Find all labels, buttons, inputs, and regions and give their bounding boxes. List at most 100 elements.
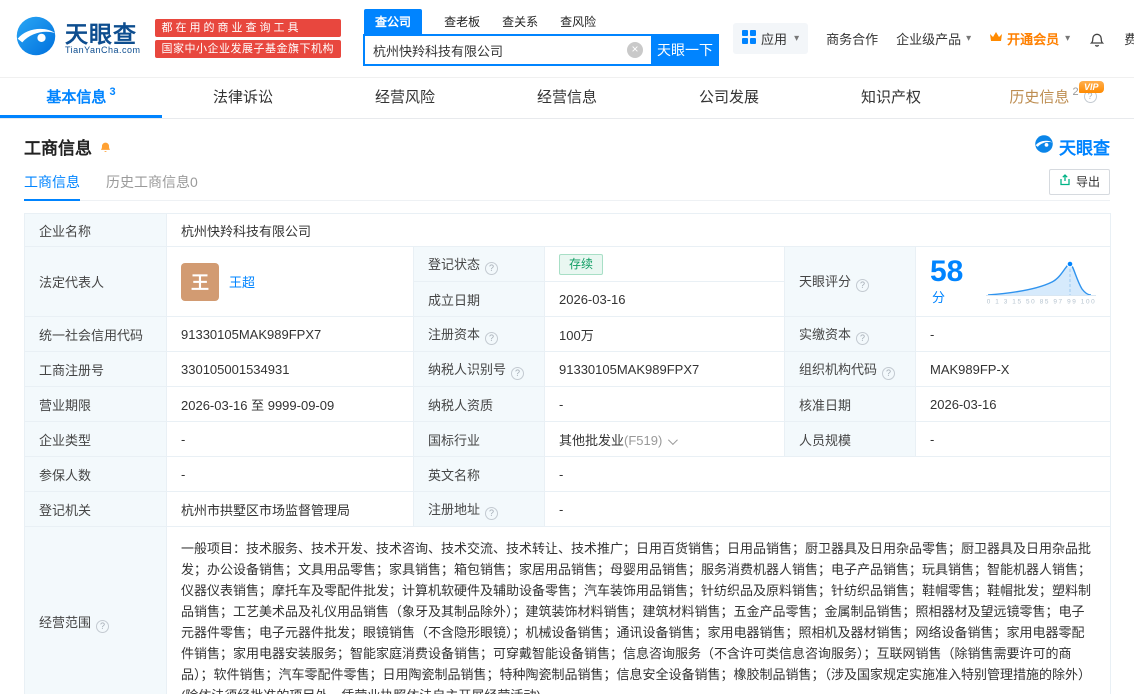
field-label-approval-date: 核准日期 [784,386,916,422]
tianyancha-watermark: 天眼查 [1034,134,1110,159]
tab-legal-label: 法律诉讼 [212,89,273,106]
field-value-reg-status: 存续 [544,246,785,282]
tab-basic-info[interactable]: 基本信息 3 [0,78,162,118]
logo-title: 天眼查 [65,20,137,47]
industry-name: 其他批发业 [559,432,625,448]
field-label-company-type: 企业类型 [24,421,167,457]
tab-legal-proceedings[interactable]: 法律诉讼 [162,78,324,118]
field-value-legal-rep: 王 王超 [166,246,414,317]
field-value-taxpayer-id: 91330105MAK989FPX7 [544,351,785,387]
field-label-insured-count: 参保人数 [24,456,167,492]
score-distribution-chart: 0 1 3 15 50 85 97 99 100 [973,257,1110,306]
org-code-label-text: 组织机构代码 [799,361,878,377]
tianyancha-logo[interactable]: 天眼查 TianYanCha.com [14,14,141,63]
tab-company-development[interactable]: 公司发展 [648,78,810,118]
export-label: 导出 [1075,175,1100,189]
nav-apps[interactable]: 应用 [733,23,809,54]
status-badge: 存续 [559,253,604,275]
tab-operation-label: 经营信息 [536,89,597,106]
taxpayer-id-info-icon[interactable] [511,366,525,380]
tab-intellectual-property[interactable]: 知识产权 [810,78,972,118]
search-tab-company[interactable]: 查公司 [364,9,423,34]
field-label-paid-capital: 实缴资本 [784,316,916,352]
brand-ribbon: 都在用的商业查询工具 国家中小企业发展子基金旗下机构 [154,19,342,58]
field-label-business-term: 营业期限 [24,386,167,422]
reg-capital-info-icon[interactable] [485,331,499,345]
score-axis-ticks: 0 1 3 15 50 85 97 99 100 [987,297,1097,306]
notification-bell-icon[interactable] [1088,30,1106,48]
nav-enterprise-products[interactable]: 企业级产品 [896,29,971,48]
field-value-company-name: 杭州快羚科技有限公司 [165,213,1112,247]
reg-status-label-text: 登记状态 [428,256,481,272]
industry-code: (F519) [624,432,663,448]
tab-basic-info-count: 3 [109,85,116,98]
business-scope-info-icon[interactable] [96,619,110,633]
reg-address-info-icon[interactable] [485,506,499,520]
section-title: 工商信息 [24,139,92,158]
field-label-company-name: 企业名称 [24,213,167,247]
field-value-insured-count: - [166,456,414,492]
search-box [363,34,652,66]
tab-history-info[interactable]: 历史信息 2 VIP [972,78,1134,118]
reg-status-info-icon[interactable] [485,261,499,275]
nav-enterprise-label: 企业级产品 [896,32,962,47]
field-label-english-name: 英文名称 [413,456,545,492]
tianyancha-logo-icon [14,14,58,63]
monitor-bell-icon[interactable] [98,139,113,154]
ribbon-subtitle: 国家中小企业发展子基金旗下机构 [154,40,342,58]
score-unit: 分 [932,290,946,305]
paid-capital-info-icon[interactable] [856,331,870,345]
tab-development-label: 公司发展 [698,89,759,106]
field-value-industry: 其他批发业(F519) [544,421,785,457]
username: 费米 [1124,32,1134,47]
field-label-org-code: 组织机构代码 [784,351,916,387]
reg-capital-label-text: 注册资本 [428,326,481,342]
field-value-org-code: MAK989FP-X [914,351,1112,387]
search-tab-boss[interactable]: 查老板 [444,13,480,34]
tab-history-label: 历史信息 [1009,89,1070,106]
vip-badge: VIP [1079,81,1104,93]
top-nav: 应用 商务合作 企业级产品 开通会员 费米 [733,23,1134,54]
field-label-legal-rep: 法定代表人 [24,246,167,317]
nav-open-vip[interactable]: 开通会员 [989,29,1070,48]
legal-rep-link[interactable]: 王超 [229,272,255,291]
watermark-text: 天眼查 [1059,139,1110,158]
field-value-reg-address: - [543,491,1112,527]
search-tab-relation[interactable]: 查关系 [502,13,538,34]
industry-dropdown[interactable]: 其他批发业(F519) [559,432,679,448]
reg-address-label-text: 注册地址 [428,501,481,517]
field-value-staff-size: - [914,421,1112,457]
export-button[interactable]: 导出 [1048,168,1110,195]
search-tab-risk[interactable]: 查风险 [560,13,596,34]
taxpayer-id-label-text: 纳税人识别号 [428,361,507,377]
field-label-reg-number: 工商注册号 [24,351,167,387]
field-value-reg-capital: 100万 [544,316,785,352]
subtab-business-info[interactable]: 工商信息 [24,163,80,201]
ribbon-slogan: 都在用的商业查询工具 [154,19,342,37]
score-label-text: 天眼评分 [799,274,852,289]
tab-operating-info[interactable]: 经营信息 [486,78,648,118]
org-code-info-icon[interactable] [882,366,896,380]
search-button[interactable]: 天眼一下 [651,34,720,66]
tab-operating-risk[interactable]: 经营风险 [324,78,486,118]
business-scope-label-text: 经营范围 [39,614,92,630]
field-value-reg-number: 330105001534931 [166,351,414,387]
field-label-business-scope: 经营范围 [24,526,167,694]
subtab-history-business-info[interactable]: 历史工商信息0 [106,163,198,200]
tab-basic-info-label: 基本信息 [46,89,107,106]
tab-risk-label: 经营风险 [374,89,435,106]
crown-icon [989,31,1003,46]
score-number: 58 [930,255,964,288]
field-value-company-type: - [166,421,414,457]
field-label-credit-code: 统一社会信用代码 [24,316,167,352]
nav-business-cooperation[interactable]: 商务合作 [826,29,878,48]
field-label-reg-address: 注册地址 [413,491,545,527]
user-menu[interactable]: 费米 [1124,29,1134,48]
clear-search-icon[interactable] [627,42,644,58]
tab-history-count: 2 [1072,85,1079,98]
search-input[interactable] [373,42,628,58]
score-info-icon[interactable] [856,279,870,292]
field-label-taxpayer-qualification: 纳税人资质 [413,386,545,422]
export-icon [1059,174,1071,189]
nav-vip-label: 开通会员 [1007,32,1060,47]
